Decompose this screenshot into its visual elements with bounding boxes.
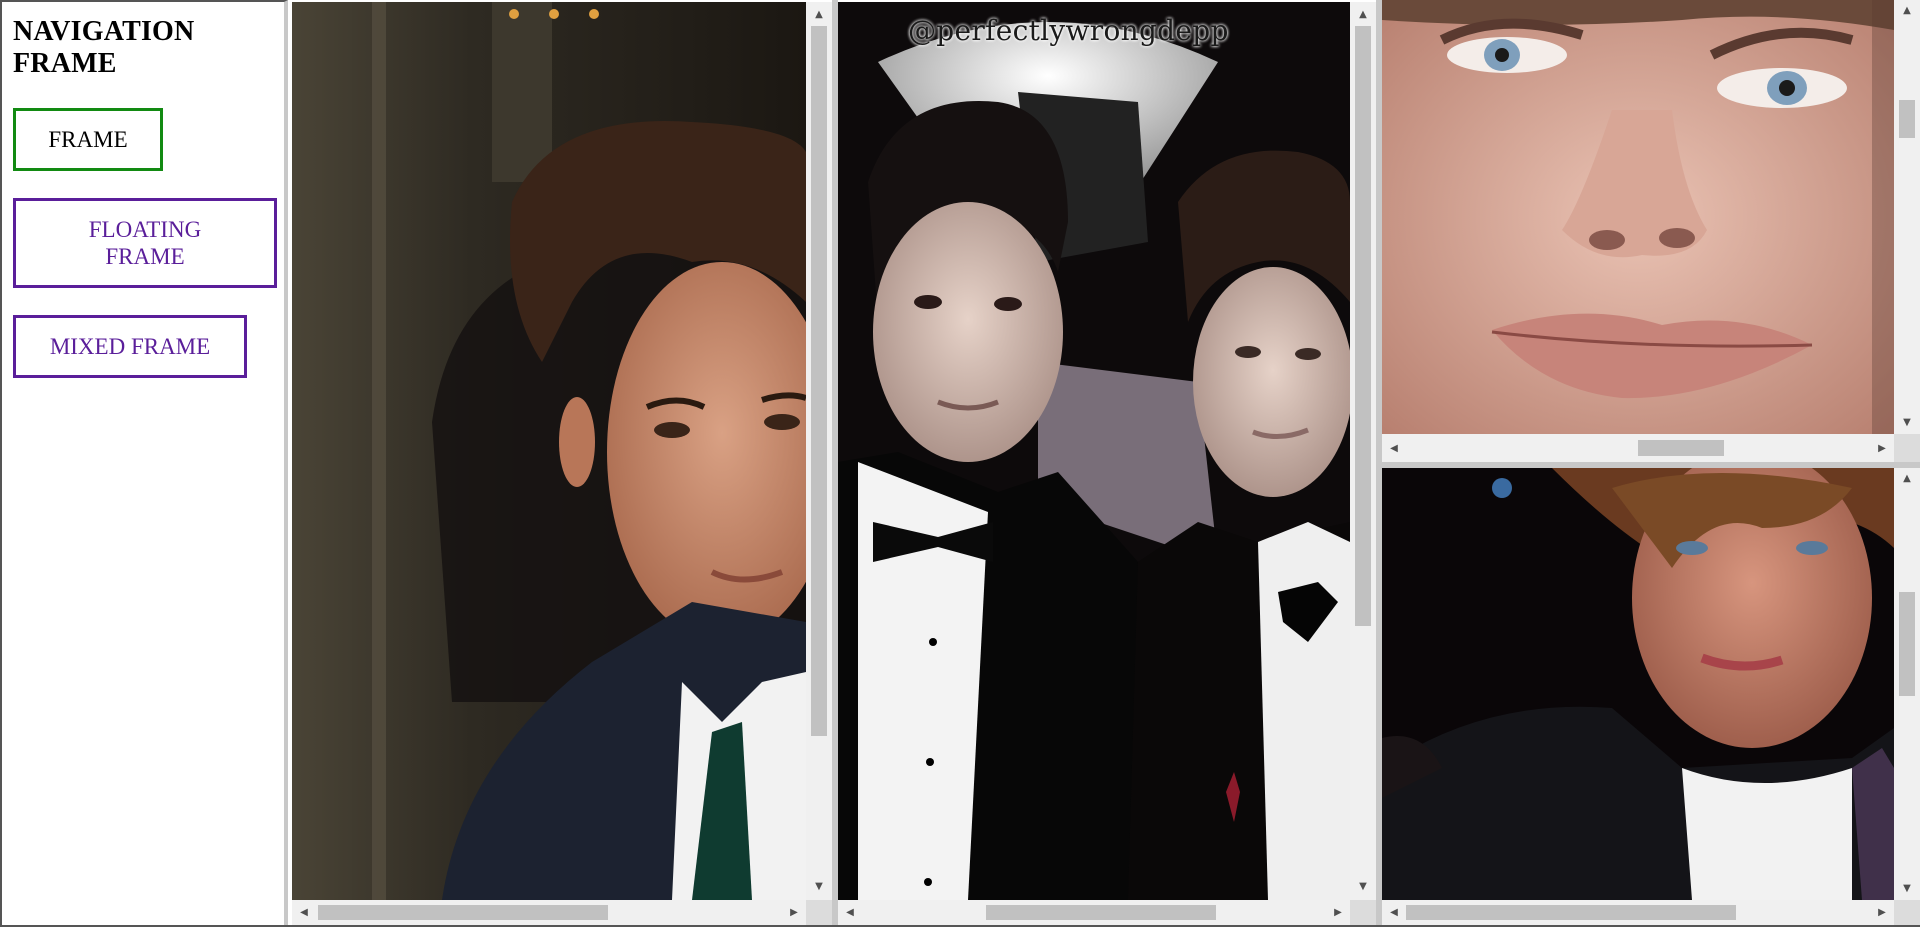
vertical-scrollbar[interactable]: ▲ ▼ — [1894, 0, 1920, 434]
vertical-scrollbar[interactable]: ▲ ▼ — [1350, 2, 1376, 900]
content-frame-1: ▲ ▼ ◀ ▶ — [292, 2, 832, 925]
scrollbar-thumb[interactable] — [1899, 592, 1915, 696]
navigation-title: NAVIGATION FRAME — [13, 16, 195, 79]
scrollbar-corner — [1350, 900, 1376, 925]
portrait-photo-1 — [292, 2, 806, 900]
frame-button[interactable]: FRAME — [13, 108, 163, 171]
vertical-scrollbar[interactable]: ▲ ▼ — [1894, 468, 1920, 900]
scroll-down-arrow[interactable]: ▼ — [811, 878, 827, 894]
horizontal-scrollbar[interactable]: ◀ ▶ — [838, 900, 1350, 925]
portrait-photo-3 — [1382, 468, 1894, 900]
content-frame-3: ▲ ▼ ◀ ▶ — [1382, 0, 1920, 462]
horizontal-scrollbar[interactable]: ◀ ▶ — [292, 900, 806, 925]
scrollbar-thumb[interactable] — [1899, 100, 1915, 138]
mixed-frame-button[interactable]: MIXED FRAME — [13, 315, 247, 378]
horizontal-scrollbar[interactable]: ◀ ▶ — [1382, 900, 1894, 925]
floating-frame-button[interactable]: FLOATING FRAME — [13, 198, 277, 288]
content-frame-4: ▲ ▼ ◀ ▶ — [1382, 468, 1920, 925]
scroll-down-arrow[interactable]: ▼ — [1899, 414, 1915, 430]
photo-watermark: @perfectlywrongdepp — [908, 14, 1229, 47]
scrollbar-thumb[interactable] — [318, 905, 608, 920]
vertical-scrollbar[interactable]: ▲ ▼ — [806, 2, 832, 900]
scrollbar-thumb[interactable] — [1638, 440, 1724, 456]
closeup-photo — [1382, 0, 1894, 434]
scrollbar-corner — [1894, 434, 1920, 462]
scroll-down-arrow[interactable]: ▼ — [1355, 878, 1371, 894]
scroll-up-arrow[interactable]: ▲ — [1899, 470, 1915, 486]
scroll-right-arrow[interactable]: ▶ — [1874, 904, 1890, 920]
scrollbar-thumb[interactable] — [1406, 905, 1736, 920]
scroll-up-arrow[interactable]: ▲ — [811, 6, 827, 22]
scrollbar-thumb[interactable] — [986, 905, 1216, 920]
scrollbar-corner — [806, 900, 832, 925]
scroll-left-arrow[interactable]: ◀ — [296, 904, 312, 920]
scroll-down-arrow[interactable]: ▼ — [1899, 880, 1915, 896]
scrollbar-thumb[interactable] — [1355, 26, 1371, 626]
scroll-up-arrow[interactable]: ▲ — [1355, 6, 1371, 22]
scroll-right-arrow[interactable]: ▶ — [786, 904, 802, 920]
portrait-photo-2: @perfectlywrongdepp — [838, 2, 1350, 900]
navigation-frame: NAVIGATION FRAME FRAME FLOATING FRAME MI… — [0, 0, 288, 927]
scroll-right-arrow[interactable]: ▶ — [1874, 440, 1890, 456]
content-frame-2: @perfectlywrongdepp ▲ ▼ ◀ ▶ — [838, 2, 1376, 925]
scroll-right-arrow[interactable]: ▶ — [1330, 904, 1346, 920]
scroll-up-arrow[interactable]: ▲ — [1899, 2, 1915, 18]
horizontal-scrollbar[interactable]: ◀ ▶ — [1382, 434, 1894, 462]
floating-frame-label: FLOATING FRAME — [88, 217, 202, 269]
scroll-left-arrow[interactable]: ◀ — [842, 904, 858, 920]
scroll-left-arrow[interactable]: ◀ — [1386, 904, 1402, 920]
scrollbar-thumb[interactable] — [811, 26, 827, 736]
scrollbar-corner — [1894, 900, 1920, 925]
scroll-left-arrow[interactable]: ◀ — [1386, 440, 1402, 456]
